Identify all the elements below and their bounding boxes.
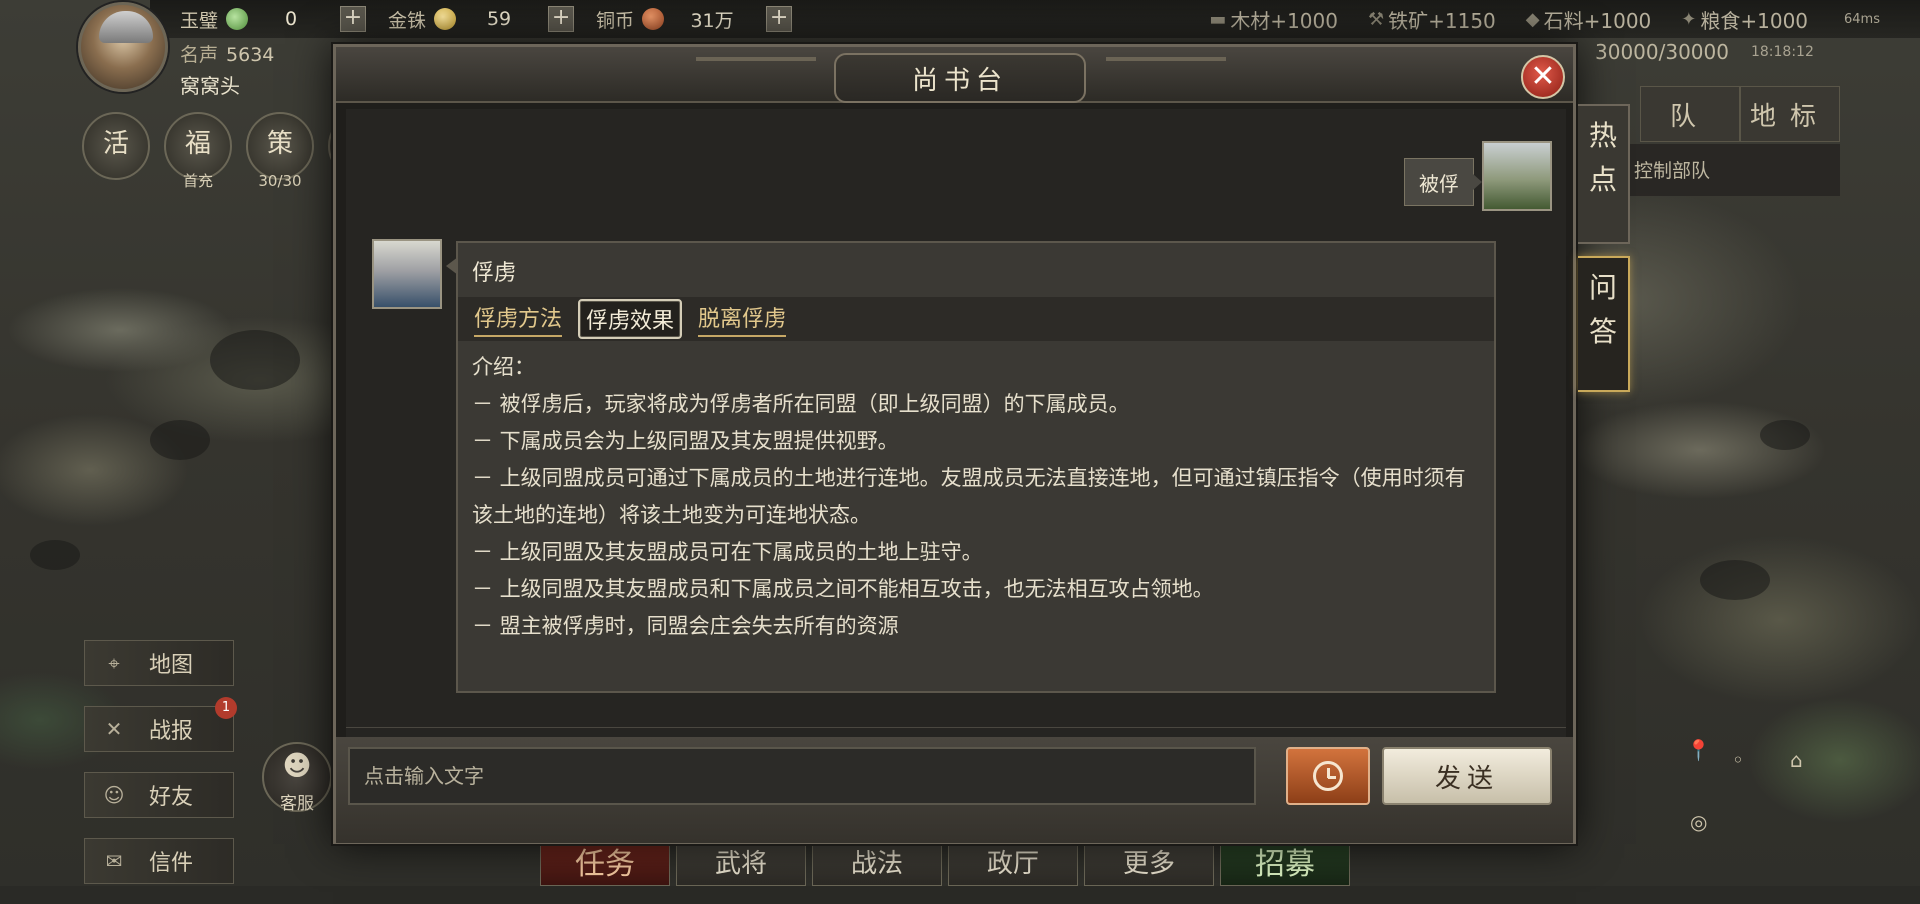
resource-gold: 金铢 59 + — [388, 0, 575, 38]
tab-escape-capture[interactable]: 脱离俘虏 — [698, 301, 787, 337]
answer-line: － 上级同盟及其友盟成员可在下属成员的土地上驻守。 — [472, 540, 983, 564]
message-input[interactable] — [348, 747, 1256, 805]
map-marker-icon[interactable]: ◦ — [1732, 748, 1744, 772]
tab-troops[interactable]: 队 — [1640, 86, 1740, 142]
add-gold-button[interactable]: + — [548, 6, 575, 32]
add-copper-button[interactable]: + — [766, 6, 793, 32]
menu-battle-report[interactable]: ✕ 战报 1 — [84, 697, 237, 752]
answer-line: － 上级同盟及其友盟成员和下属成员之间不能相互攻击，也无法相互攻占领地。 — [472, 577, 1214, 601]
resource-jade: 玉璧 0 + — [180, 0, 367, 38]
close-icon: ✕ — [1530, 59, 1556, 94]
copper-coin-icon — [642, 8, 665, 30]
add-jade-button[interactable]: + — [340, 6, 367, 32]
bookmark-icon[interactable]: ⌂ — [1790, 748, 1803, 772]
player-name: 窝窝头 — [180, 74, 240, 98]
iron-production: ⚒ 铁矿+1150 — [1367, 8, 1496, 33]
tab-landmarks[interactable]: 地标 — [1740, 86, 1840, 142]
menu-friends[interactable]: ☺ 好友 — [84, 772, 234, 818]
right-panel-tabs: 队 地标 — [1640, 86, 1840, 142]
mail-icon: ✉ — [105, 849, 123, 873]
iron-icon: ⚒ — [1367, 8, 1385, 30]
user-avatar — [1482, 141, 1552, 211]
close-button[interactable]: ✕ — [1521, 55, 1565, 99]
capacity-readout: 30000/30000 — [1595, 40, 1729, 64]
dialog-header: 尚书台 ✕ — [336, 47, 1573, 103]
top-resource-bar: 玉璧 0 + 金铢 59 + 铜币 31万 + ▬ 木材+1000 ⚒ 铁矿+115… — [150, 0, 1920, 38]
quick-button-strategy[interactable]: 策 30/30 — [246, 112, 314, 190]
wood-production: ▬ 木材+1000 — [1209, 8, 1338, 33]
answer-line: － 下属成员会为上级同盟及其友盟提供视野。 — [472, 429, 899, 453]
gold-coin-icon — [434, 8, 457, 30]
player-avatar[interactable] — [78, 2, 168, 92]
tab-capture-method[interactable]: 俘虏方法 — [474, 301, 563, 337]
jade-coin-icon — [226, 8, 249, 30]
stone-production: ◆ 石料+1000 — [1525, 8, 1652, 33]
menu-map[interactable]: ⌖ 地图 — [84, 640, 234, 686]
notification-badge: 1 — [215, 697, 237, 719]
grain-production: ✦ 粮食+1000 — [1681, 8, 1809, 33]
answer-tabs: 俘虏方法 俘虏效果 脱离俘虏 — [458, 297, 1494, 341]
answer-card: 俘虏 俘虏方法 俘虏效果 脱离俘虏 介绍： － 被俘虏后，玩家将成为俘虏者所在同… — [446, 241, 1496, 693]
clock-readout: 18:18:12 — [1750, 44, 1814, 60]
compass-icon[interactable]: ◎ — [1690, 810, 1707, 834]
resource-copper: 铜币 31万 + — [596, 0, 793, 38]
send-button[interactable]: 发送 — [1382, 747, 1552, 805]
customer-service-button[interactable]: ☻ 客服 — [262, 742, 332, 814]
answer-title: 俘虏 — [472, 261, 517, 286]
answer-line: － 上级同盟成员可通过下属成员的土地进行连地。友盟成员无法直接连地，但可通过镇压… — [472, 466, 1466, 527]
advisor-avatar — [372, 239, 442, 309]
helmet-icon — [99, 11, 153, 43]
divider — [346, 727, 1566, 728]
capacity-row: 30000/30000 18:18:12 — [1595, 38, 1814, 66]
tab-hot-topics[interactable]: 热点 — [1578, 104, 1630, 244]
clock-icon — [1313, 761, 1343, 791]
fame-readout: 名声 5634 — [180, 44, 275, 66]
answer-line: 介绍： — [472, 355, 535, 379]
location-pin-icon[interactable]: 📍 — [1686, 738, 1711, 762]
map-icon: ⌖ — [108, 651, 120, 675]
left-menu: ⌖ 地图 ✕ 战报 1 ☺ 好友 ✉ 信件 — [84, 640, 237, 904]
menu-mail[interactable]: ✉ 信件 — [84, 838, 234, 884]
answer-line: － 被俘虏后，玩家将成为俘虏者所在同盟（即上级同盟）的下属成员。 — [472, 392, 1130, 416]
customer-service-icon: ☻ — [282, 749, 312, 782]
header-ornament-right — [1106, 57, 1226, 61]
history-button[interactable] — [1286, 747, 1370, 805]
quick-button-welfare[interactable]: 福首充 — [164, 112, 232, 190]
grain-icon: ✦ — [1681, 8, 1697, 30]
tab-qa[interactable]: 问答 — [1578, 256, 1630, 392]
user-message: 被俘 — [1404, 158, 1482, 206]
header-ornament-left — [696, 57, 816, 61]
tab-capture-effect[interactable]: 俘虏效果 — [578, 299, 683, 339]
quick-button-activity[interactable]: 活 — [82, 112, 150, 180]
shangshutai-dialog: 尚书台 ✕ 被俘 俘虏 俘虏方法 俘虏效果 脱离俘虏 介绍： － 被俘虏后，玩家… — [333, 44, 1576, 844]
answer-line: － 盟主被俘虏时，同盟会庄会失去所有的资源 — [472, 614, 899, 638]
battle-report-icon: ✕ — [105, 717, 123, 741]
input-bar: 发送 — [336, 737, 1573, 843]
ping-readout: 64ms — [1844, 11, 1880, 27]
dialog-title: 尚书台 — [834, 53, 1086, 103]
wood-icon: ▬ — [1209, 8, 1227, 30]
stone-icon: ◆ — [1525, 8, 1540, 30]
friends-icon: ☺ — [103, 783, 125, 807]
answer-body: 介绍： － 被俘虏后，玩家将成为俘虏者所在同盟（即上级同盟）的下属成员。 － 下… — [472, 349, 1482, 685]
